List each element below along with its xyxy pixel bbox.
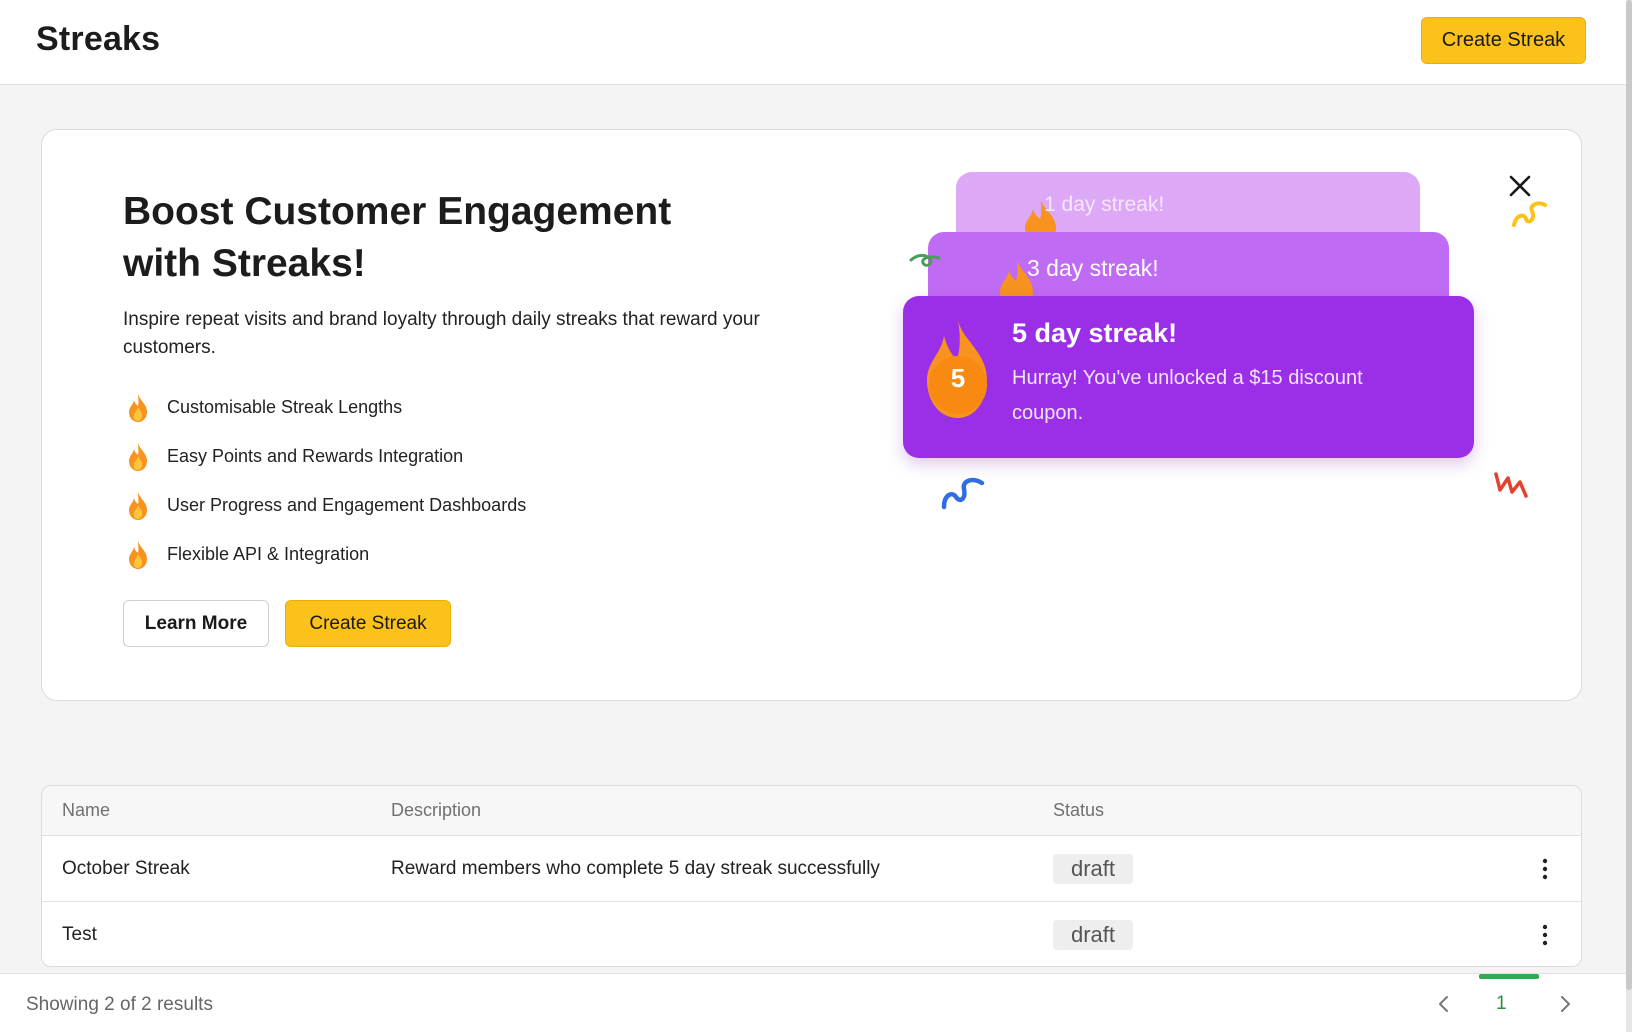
- table-row[interactable]: Test draft: [42, 902, 1581, 966]
- banner-headline-line1: Boost Customer Engagement: [123, 190, 672, 233]
- confetti-yellow-squiggle: [1512, 201, 1547, 227]
- chevron-right-icon[interactable]: [1553, 992, 1577, 1016]
- flame-icon: [129, 491, 147, 520]
- status-badge: draft: [1053, 920, 1134, 950]
- row-name: Test: [62, 924, 97, 945]
- feature-label: Flexible API & Integration: [167, 544, 370, 564]
- column-status-header: Status: [1053, 800, 1105, 820]
- create-streak-button[interactable]: Create Streak: [1421, 17, 1586, 64]
- feature-item: Flexible API & Integration: [125, 530, 526, 579]
- row-name: October Streak: [62, 858, 190, 879]
- streaks-page: Streaks Create Streak Boost Customer Eng…: [0, 0, 1632, 1032]
- table-row[interactable]: October Streak Reward members who comple…: [42, 836, 1581, 902]
- feature-list: Customisable Streak Lengths Easy Points …: [125, 383, 526, 579]
- column-name-header: Name: [62, 800, 111, 820]
- confetti-green-squiggle: [909, 253, 941, 267]
- top-bar: Streaks Create Streak: [0, 0, 1626, 85]
- streaks-table: Name Description Status October Streak R…: [41, 785, 1582, 967]
- status-badge: draft: [1053, 854, 1134, 884]
- feature-label: User Progress and Engagement Dashboards: [167, 495, 527, 515]
- column-description-header: Description: [391, 800, 482, 820]
- feature-item: User Progress and Engagement Dashboards: [125, 481, 526, 530]
- three-day-streak-label: 3 day streak!: [1027, 255, 1159, 281]
- flame-icon: [129, 540, 147, 569]
- chevron-left-icon[interactable]: [1432, 992, 1456, 1016]
- table-header: Name Description Status: [42, 786, 1581, 836]
- one-day-streak-label: 1 day streak!: [1044, 193, 1165, 216]
- confetti-red-zigzag: [1494, 472, 1528, 498]
- feature-item: Easy Points and Rewards Integration: [125, 432, 526, 481]
- five-day-streak-message: Hurray! You've unlocked a $15 discount c…: [1012, 367, 1363, 424]
- streak-count-badge: 5: [950, 363, 966, 393]
- feature-item: Customisable Streak Lengths: [125, 383, 526, 432]
- kebab-menu-icon[interactable]: [1535, 923, 1555, 947]
- page-number-button[interactable]: 1: [1496, 993, 1507, 1015]
- page-title: Streaks: [36, 20, 161, 58]
- scrollbar-thumb[interactable]: [1626, 0, 1632, 990]
- row-description: Reward members who complete 5 day streak…: [391, 858, 880, 879]
- kebab-menu-icon[interactable]: [1535, 857, 1555, 881]
- pagination-footer: Showing 2 of 2 results 1: [0, 973, 1626, 1032]
- confetti-blue-squiggle: [941, 477, 985, 510]
- results-summary: Showing 2 of 2 results: [26, 994, 213, 1015]
- flame-icon: [129, 442, 147, 471]
- banner-subtitle: Inspire repeat visits and brand loyalty …: [123, 309, 760, 358]
- active-page-indicator: [1479, 974, 1539, 979]
- learn-more-button[interactable]: Learn More: [123, 600, 269, 647]
- feature-label: Easy Points and Rewards Integration: [167, 446, 464, 466]
- five-day-streak-title: 5 day streak!: [1012, 318, 1178, 348]
- banner-headline-line2: with Streaks!: [123, 242, 366, 285]
- feature-label: Customisable Streak Lengths: [167, 397, 403, 417]
- banner-create-streak-button[interactable]: Create Streak: [285, 600, 451, 647]
- banner-headline: Boost Customer Engagement with Streaks!: [123, 186, 763, 290]
- flame-icon: [129, 393, 147, 422]
